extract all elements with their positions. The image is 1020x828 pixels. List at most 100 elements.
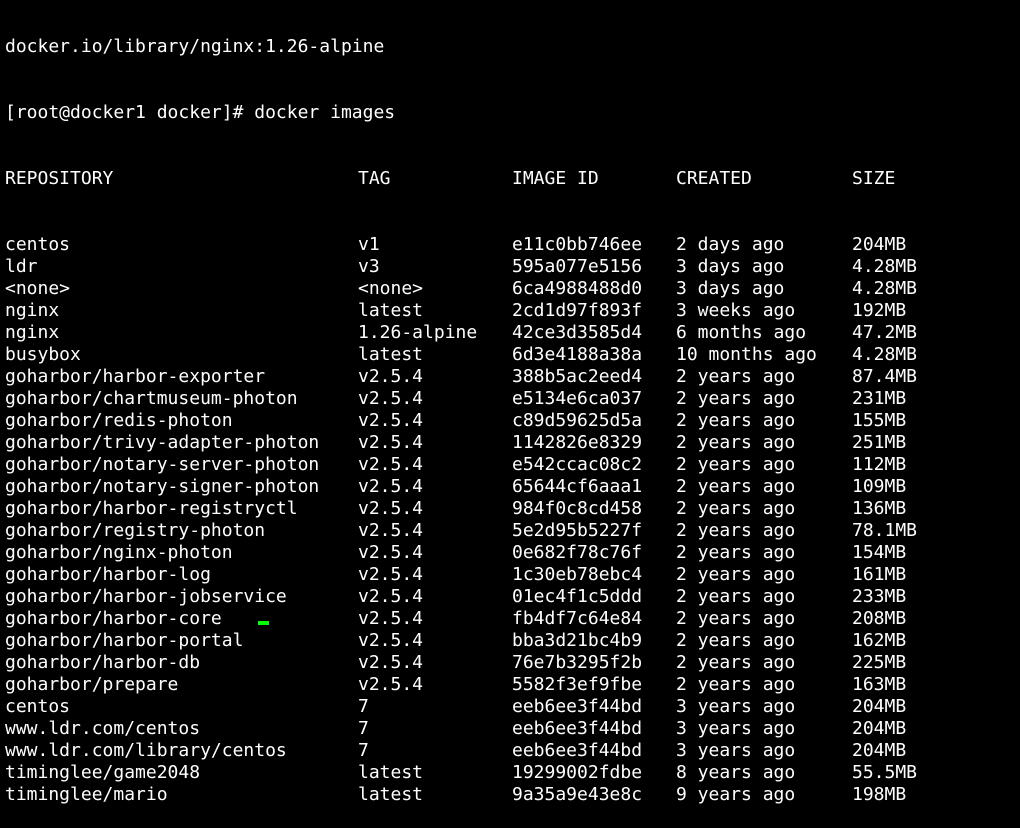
table-header: REPOSITORY TAG IMAGE ID CREATED SIZE [0, 168, 1020, 190]
row-size: 162MB [852, 630, 907, 651]
row-image-id: 0e682f78c76f [512, 542, 643, 563]
row-size: 161MB [852, 564, 907, 585]
row-size: 4.28MB [852, 256, 918, 277]
row-size: 154MB [852, 542, 907, 563]
row-size: 155MB [852, 410, 907, 431]
row-image-id: 984f0c8cd458 [512, 498, 643, 519]
row-tag: <none> [358, 278, 424, 299]
row-created: 2 years ago [676, 674, 796, 695]
row-tag: v1 [358, 234, 380, 255]
row-image-id: 01ec4f1c5ddd [512, 586, 643, 607]
table-row: goharbor/harbor-db v2.5.4 76e7b3295f2b 2 ye… [0, 652, 1020, 674]
row-created: 2 years ago [676, 542, 796, 563]
row-repository: goharbor/harbor-db [5, 652, 201, 673]
row-image-id: fb4df7c64e84 [512, 608, 643, 629]
row-tag: v2.5.4 [358, 432, 424, 453]
row-tag: v2.5.4 [358, 388, 424, 409]
table-row: www.ldr.com/centos 7 eeb6ee3f44bd 3 years a… [0, 718, 1020, 740]
row-image-id: eeb6ee3f44bd [512, 740, 643, 761]
row-created: 6 months ago [676, 322, 807, 343]
row-created: 2 years ago [676, 586, 796, 607]
row-repository: centos [5, 234, 71, 255]
row-image-id: e5134e6ca037 [512, 388, 643, 409]
table-row: timinglee/game2048 latest 19299002fdbe 8 ye… [0, 762, 1020, 784]
row-repository: goharbor/registry-photon [5, 520, 266, 541]
row-image-id: c89d59625d5a [512, 410, 643, 431]
row-repository: www.ldr.com/library/centos [5, 740, 287, 761]
row-tag: v2.5.4 [358, 542, 424, 563]
table-row: goharbor/nginx-photon v2.5.4 0e682f78c76f 2… [0, 542, 1020, 564]
row-repository: goharbor/chartmuseum-photon [5, 388, 298, 409]
table-row: goharbor/harbor-registryctl v2.5.4 984f0c8… [0, 498, 1020, 520]
row-tag: v2.5.4 [358, 366, 424, 387]
table-row: goharbor/trivy-adapter-photon v2.5.4 11428… [0, 432, 1020, 454]
row-size: 4.28MB [852, 344, 918, 365]
row-repository: goharbor/harbor-exporter [5, 366, 266, 387]
table-row: goharbor/registry-photon v2.5.4 5e2d95b522… [0, 520, 1020, 542]
row-tag: v2.5.4 [358, 454, 424, 475]
row-size: 198MB [852, 784, 907, 805]
row-created: 3 days ago [676, 278, 785, 299]
row-image-id: 595a077e5156 [512, 256, 643, 277]
row-repository: www.ldr.com/centos [5, 718, 201, 739]
row-repository: goharbor/harbor-portal [5, 630, 244, 651]
row-created: 3 years ago [676, 740, 796, 761]
row-repository: goharbor/harbor-core [5, 608, 222, 629]
header-created: CREATED [676, 168, 752, 189]
row-size: 136MB [852, 498, 907, 519]
row-created: 2 years ago [676, 652, 796, 673]
row-image-id: 65644cf6aaa1 [512, 476, 643, 497]
row-tag: 7 [358, 696, 369, 717]
row-image-id: e11c0bb746ee [512, 234, 643, 255]
row-size: 231MB [852, 388, 907, 409]
row-size: 204MB [852, 740, 907, 761]
row-created: 3 years ago [676, 718, 796, 739]
row-tag: v2.5.4 [358, 630, 424, 651]
row-size: 204MB [852, 718, 907, 739]
row-created: 2 years ago [676, 388, 796, 409]
row-tag: v2.5.4 [358, 520, 424, 541]
row-created: 2 years ago [676, 366, 796, 387]
row-tag: latest [358, 300, 424, 321]
header-tag: TAG [358, 168, 391, 189]
row-size: 4.28MB [852, 278, 918, 299]
row-image-id: 5582f3ef9fbe [512, 674, 643, 695]
row-tag: v2.5.4 [358, 652, 424, 673]
row-image-id: 5e2d95b5227f [512, 520, 643, 541]
table-row: goharbor/harbor-portal v2.5.4 bba3d21bc4b9… [0, 630, 1020, 652]
row-created: 8 years ago [676, 762, 796, 783]
row-repository: goharbor/harbor-log [5, 564, 211, 585]
table-row: goharbor/harbor-core v2.5.4 fb4df7c64e84 2 … [0, 608, 1020, 630]
row-size: 204MB [852, 696, 907, 717]
row-tag: 7 [358, 718, 369, 739]
row-tag: v2.5.4 [358, 498, 424, 519]
table-row: goharbor/harbor-exporter v2.5.4 388b5ac2ee… [0, 366, 1020, 388]
row-image-id: 1142826e8329 [512, 432, 643, 453]
row-tag: latest [358, 784, 424, 805]
row-size: 163MB [852, 674, 907, 695]
row-created: 2 years ago [676, 564, 796, 585]
image-list: centos v1 e11c0bb746ee 2 days ago 204MB ldr v3… [0, 234, 1020, 806]
table-row: goharbor/chartmuseum-photon v2.5.4 e5134e6… [0, 388, 1020, 410]
row-tag: v2.5.4 [358, 608, 424, 629]
row-tag: latest [358, 762, 424, 783]
row-image-id: eeb6ee3f44bd [512, 718, 643, 739]
row-repository: goharbor/notary-server-photon [5, 454, 320, 475]
row-repository: nginx [5, 300, 60, 321]
row-created: 2 days ago [676, 234, 785, 255]
row-repository: goharbor/redis-photon [5, 410, 233, 431]
row-repository: goharbor/notary-signer-photon [5, 476, 320, 497]
row-image-id: 19299002fdbe [512, 762, 643, 783]
row-size: 78.1MB [852, 520, 918, 541]
terminal-cursor [258, 621, 269, 625]
row-created: 2 years ago [676, 432, 796, 453]
row-size: 109MB [852, 476, 907, 497]
row-size: 204MB [852, 234, 907, 255]
table-row: centos v1 e11c0bb746ee 2 days ago 204MB [0, 234, 1020, 256]
row-image-id: 6d3e4188a38a [512, 344, 643, 365]
row-image-id: eeb6ee3f44bd [512, 696, 643, 717]
table-row: www.ldr.com/library/centos 7 eeb6ee3f44bd 3… [0, 740, 1020, 762]
terminal-window[interactable]: docker.io/library/nginx:1.26-alpine [roo… [0, 0, 1020, 828]
row-repository: busybox [5, 344, 81, 365]
row-image-id: 388b5ac2eed4 [512, 366, 643, 387]
